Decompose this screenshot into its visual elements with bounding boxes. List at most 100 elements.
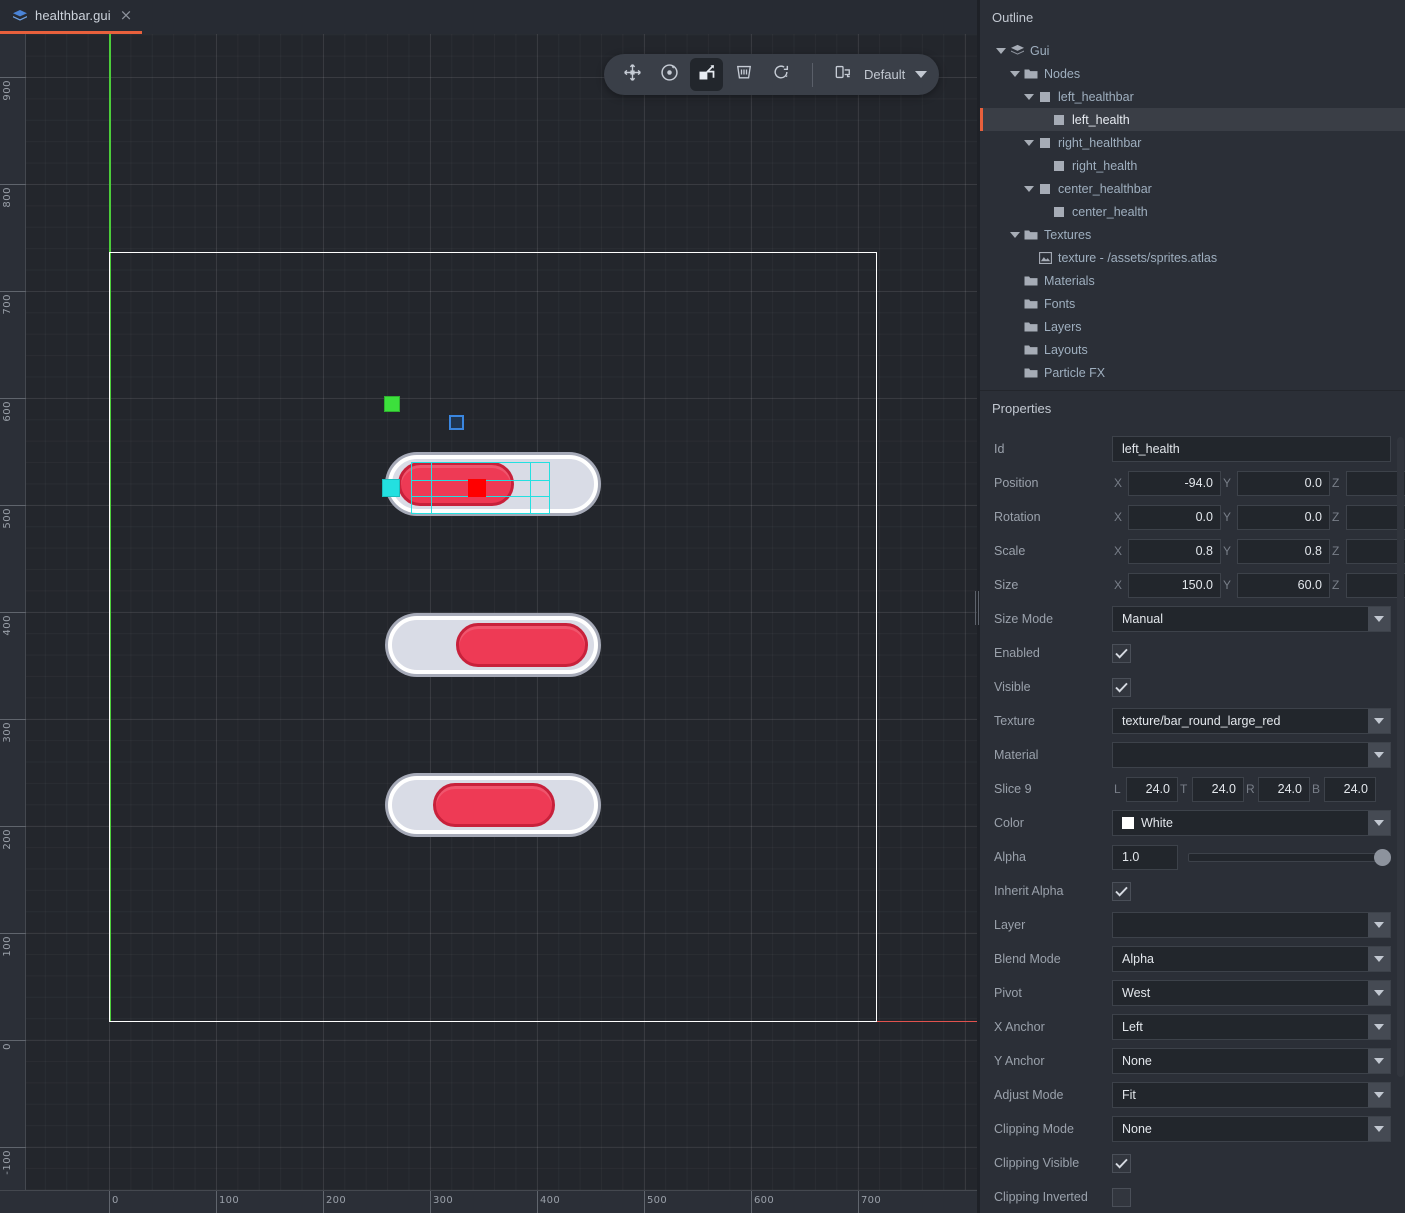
bar-center-healthbar[interactable] xyxy=(388,776,598,834)
chevron-down-icon[interactable] xyxy=(1368,981,1390,1005)
alpha-slider-thumb[interactable] xyxy=(1374,849,1391,866)
rotation-y-input[interactable]: 0.0 xyxy=(1237,505,1330,530)
outline-item-layouts[interactable]: Layouts xyxy=(980,338,1405,361)
color-dropdown[interactable]: White xyxy=(1112,810,1391,836)
chevron-down-icon[interactable] xyxy=(1368,913,1390,937)
ruler-tick xyxy=(0,1147,26,1148)
slice9-t-input[interactable]: 24.0 xyxy=(1192,777,1244,802)
chevron-down-icon[interactable] xyxy=(1368,607,1390,631)
property-row-position: Position X -94.0 Y 0.0 Z 0.0 xyxy=(994,466,1391,500)
reset-tool-button[interactable] xyxy=(764,58,797,91)
slice9-r-input[interactable]: 24.0 xyxy=(1258,777,1310,802)
slice9-b-input[interactable]: 24.0 xyxy=(1324,777,1376,802)
chevron-down-icon[interactable] xyxy=(1368,1117,1390,1141)
chevron-down-icon[interactable] xyxy=(1368,743,1390,767)
gui-canvas[interactable] xyxy=(26,34,977,1190)
scale-y-input[interactable]: 0.8 xyxy=(1237,539,1330,564)
label-texture: Texture xyxy=(994,714,1112,728)
chevron-down-icon[interactable] xyxy=(1008,71,1022,77)
position-y-input[interactable]: 0.0 xyxy=(1237,471,1330,496)
layer-dropdown[interactable] xyxy=(1112,912,1391,938)
y-anchor-dropdown[interactable]: None xyxy=(1112,1048,1391,1074)
anchor-marker-green[interactable] xyxy=(384,396,400,412)
x-anchor-value: Left xyxy=(1113,1020,1368,1034)
blend-mode-dropdown[interactable]: Alpha xyxy=(1112,946,1391,972)
slice9-guide-right xyxy=(530,462,531,514)
outline-item-particle-fx[interactable]: Particle FX xyxy=(980,361,1405,384)
ruler-tick xyxy=(0,291,26,292)
clipping-mode-dropdown[interactable]: None xyxy=(1112,1116,1391,1142)
move-tool-button[interactable] xyxy=(616,58,649,91)
size-mode-dropdown[interactable]: Manual xyxy=(1112,606,1391,632)
chevron-down-icon[interactable] xyxy=(915,71,927,78)
property-row-clipping-mode: Clipping Mode None xyxy=(994,1112,1391,1146)
scale-x-input[interactable]: 0.8 xyxy=(1128,539,1221,564)
id-input[interactable]: left_health xyxy=(1112,436,1391,462)
tab-healthbar-gui[interactable]: healthbar.gui × xyxy=(0,0,142,34)
outline-item-label: Layers xyxy=(1040,320,1082,334)
x-anchor-dropdown[interactable]: Left xyxy=(1112,1014,1391,1040)
position-x-input[interactable]: -94.0 xyxy=(1128,471,1221,496)
chevron-down-icon[interactable] xyxy=(1368,811,1390,835)
alpha-slider[interactable] xyxy=(1188,848,1391,866)
outline-item-texture-assets-sprites-atlas[interactable]: texture - /assets/sprites.atlas xyxy=(980,246,1405,269)
size-mode-value: Manual xyxy=(1113,612,1368,626)
outline-item-fonts[interactable]: Fonts xyxy=(980,292,1405,315)
slice9-l-input[interactable]: 24.0 xyxy=(1126,777,1178,802)
chevron-down-icon[interactable] xyxy=(1368,1083,1390,1107)
outline-item-right-healthbar[interactable]: right_healthbar xyxy=(980,131,1405,154)
bar-right-healthbar[interactable] xyxy=(388,616,598,674)
outline-tree[interactable]: GuiNodesleft_healthbarleft_healthright_h… xyxy=(980,33,1405,384)
chevron-down-icon[interactable] xyxy=(1368,947,1390,971)
ruler-tick xyxy=(0,719,26,720)
chevron-down-icon[interactable] xyxy=(994,48,1008,54)
outline-item-label: Fonts xyxy=(1040,297,1075,311)
material-dropdown[interactable] xyxy=(1112,742,1391,768)
pivot-handle-west[interactable] xyxy=(382,479,400,497)
chevron-down-icon[interactable] xyxy=(1368,709,1390,733)
outline-item-left-healthbar[interactable]: left_healthbar xyxy=(980,85,1405,108)
folder-icon xyxy=(1022,229,1040,241)
delete-tool-button[interactable] xyxy=(727,58,760,91)
outline-item-right-health[interactable]: right_health xyxy=(980,154,1405,177)
outline-item-center-health[interactable]: center_health xyxy=(980,200,1405,223)
size-y-input[interactable]: 60.0 xyxy=(1237,573,1330,598)
alpha-input[interactable]: 1.0 xyxy=(1112,845,1178,870)
size-x-input[interactable]: 150.0 xyxy=(1128,573,1221,598)
axis-label-y: Y xyxy=(1221,578,1237,592)
scale-tool-button[interactable] xyxy=(690,58,723,91)
property-row-alpha: Alpha 1.0 xyxy=(994,840,1391,874)
ruler-tick xyxy=(0,505,26,506)
outline-item-textures[interactable]: Textures xyxy=(980,223,1405,246)
outline-item-left-health[interactable]: left_health xyxy=(980,108,1405,131)
outline-item-materials[interactable]: Materials xyxy=(980,269,1405,292)
enabled-checkbox[interactable] xyxy=(1112,644,1131,663)
outline-item-gui[interactable]: Gui xyxy=(980,39,1405,62)
outline-item-layers[interactable]: Layers xyxy=(980,315,1405,338)
clipping-inverted-checkbox[interactable] xyxy=(1112,1188,1131,1207)
rotate-tool-button[interactable] xyxy=(653,58,686,91)
properties-scrollbar[interactable] xyxy=(1397,437,1404,1077)
inherit-alpha-checkbox[interactable] xyxy=(1112,882,1131,901)
ruler-label: 200 xyxy=(2,829,13,850)
outline-item-center-healthbar[interactable]: center_healthbar xyxy=(980,177,1405,200)
clipping-visible-checkbox[interactable] xyxy=(1112,1154,1131,1173)
chevron-down-icon[interactable] xyxy=(1368,1049,1390,1073)
center-handle[interactable] xyxy=(468,479,486,497)
chevron-down-icon[interactable] xyxy=(1008,232,1022,238)
anchor-marker-blue[interactable] xyxy=(449,415,464,430)
adjust-mode-dropdown[interactable]: Fit xyxy=(1112,1082,1391,1108)
rotation-x-input[interactable]: 0.0 xyxy=(1128,505,1221,530)
layout-selector[interactable]: Default xyxy=(828,62,927,87)
pivot-dropdown[interactable]: West xyxy=(1112,980,1391,1006)
outline-item-nodes[interactable]: Nodes xyxy=(980,62,1405,85)
close-icon[interactable]: × xyxy=(118,8,133,23)
chevron-down-icon[interactable] xyxy=(1022,94,1036,100)
visible-checkbox[interactable] xyxy=(1112,678,1131,697)
chevron-down-icon[interactable] xyxy=(1022,186,1036,192)
refresh-icon xyxy=(771,62,791,87)
ruler-tick xyxy=(0,1040,26,1041)
chevron-down-icon[interactable] xyxy=(1368,1015,1390,1039)
texture-dropdown[interactable]: texture/bar_round_large_red xyxy=(1112,708,1391,734)
chevron-down-icon[interactable] xyxy=(1022,140,1036,146)
